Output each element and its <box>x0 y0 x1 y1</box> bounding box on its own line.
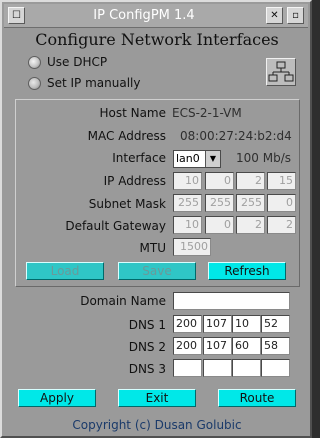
copyright-text: Copyright (c) Dusan Golubic <box>72 418 242 432</box>
ip-octet-2[interactable]: 0 <box>205 172 234 190</box>
set-ip-manually-radio[interactable]: Set IP manually <box>28 75 141 91</box>
system-menu-icon[interactable]: ☐ <box>8 7 25 24</box>
dns3-label: DNS 3 <box>128 362 166 376</box>
ip-octet-1[interactable]: 10 <box>173 172 202 190</box>
domain-name-input[interactable] <box>173 292 290 310</box>
dns1-octet-1[interactable]: 200 <box>173 315 202 333</box>
refresh-button[interactable]: Refresh <box>208 262 286 280</box>
use-dhcp-radio[interactable]: Use DHCP <box>28 54 107 70</box>
dns2-octet-2[interactable]: 107 <box>203 337 232 355</box>
dns2-octet-4[interactable]: 58 <box>261 337 290 355</box>
title-bar[interactable]: ☐ IP ConfigPM 1.4 ✕ ▫ <box>4 4 308 28</box>
radio-manual-icon[interactable] <box>28 76 41 90</box>
dns1-octet-4[interactable]: 52 <box>261 315 290 333</box>
subnet-mask-label: Subnet Mask <box>88 197 166 211</box>
mask-octet-1[interactable]: 255 <box>173 194 202 212</box>
host-name-value: ECS-2-1-VM <box>172 106 242 120</box>
mac-address-value: 08:00:27:24:b2:d4 <box>180 129 292 143</box>
chevron-down-icon[interactable]: ▼ <box>205 151 220 167</box>
interface-speed: 100 Mb/s <box>236 151 291 165</box>
default-gateway-label: Default Gateway <box>65 219 166 233</box>
mtu-field[interactable]: 1500 <box>173 238 211 256</box>
window-title: IP ConfigPM 1.4 <box>93 8 195 23</box>
route-button[interactable]: Route <box>218 389 296 407</box>
gateway-octet-2[interactable]: 0 <box>205 216 234 234</box>
dns1-octet-2[interactable]: 107 <box>203 315 232 333</box>
dns1-octet-3[interactable]: 10 <box>232 315 261 333</box>
page-title: Configure Network Interfaces <box>35 30 279 49</box>
radio-dhcp-icon[interactable] <box>28 55 41 69</box>
dns2-octet-1[interactable]: 200 <box>173 337 202 355</box>
ip-address-label: IP Address <box>103 174 166 188</box>
domain-name-label: Domain Name <box>80 294 166 308</box>
mtu-label: MTU <box>139 241 166 255</box>
dns2-octet-3[interactable]: 60 <box>232 337 261 355</box>
apply-button[interactable]: Apply <box>18 389 96 407</box>
interface-select-value: lan0 <box>176 152 200 165</box>
save-button[interactable]: Save <box>118 262 196 280</box>
ip-octet-4[interactable]: 15 <box>267 172 296 190</box>
network-config-button[interactable] <box>266 58 296 86</box>
mask-octet-3[interactable]: 255 <box>236 194 265 212</box>
dns2-label: DNS 2 <box>128 340 166 354</box>
dns3-octet-3[interactable] <box>232 359 261 377</box>
use-dhcp-label: Use DHCP <box>47 55 108 69</box>
ip-octet-3[interactable]: 2 <box>236 172 265 190</box>
minimize-icon[interactable]: ▫ <box>287 7 304 24</box>
mac-address-label: MAC Address <box>87 129 166 143</box>
interface-select[interactable]: lan0 ▼ <box>173 150 221 168</box>
host-name-label: Host Name <box>99 106 166 120</box>
dns3-octet-1[interactable] <box>173 359 202 377</box>
interface-panel <box>15 99 300 287</box>
mask-octet-4[interactable]: 0 <box>267 194 296 212</box>
set-ip-manually-label: Set IP manually <box>47 76 141 90</box>
ipconfig-window: ☐ IP ConfigPM 1.4 ✕ ▫ Configure Network … <box>0 0 312 438</box>
interface-label: Interface <box>112 151 166 165</box>
gateway-octet-4[interactable]: 2 <box>267 216 296 234</box>
load-button[interactable]: Load <box>26 262 104 280</box>
dns3-octet-4[interactable] <box>261 359 290 377</box>
network-icon <box>268 61 294 82</box>
mask-octet-2[interactable]: 255 <box>205 194 234 212</box>
exit-button[interactable]: Exit <box>118 389 196 407</box>
dns3-octet-2[interactable] <box>203 359 232 377</box>
close-icon[interactable]: ✕ <box>266 7 283 24</box>
gateway-octet-3[interactable]: 2 <box>236 216 265 234</box>
dns1-label: DNS 1 <box>128 318 166 332</box>
gateway-octet-1[interactable]: 10 <box>173 216 202 234</box>
